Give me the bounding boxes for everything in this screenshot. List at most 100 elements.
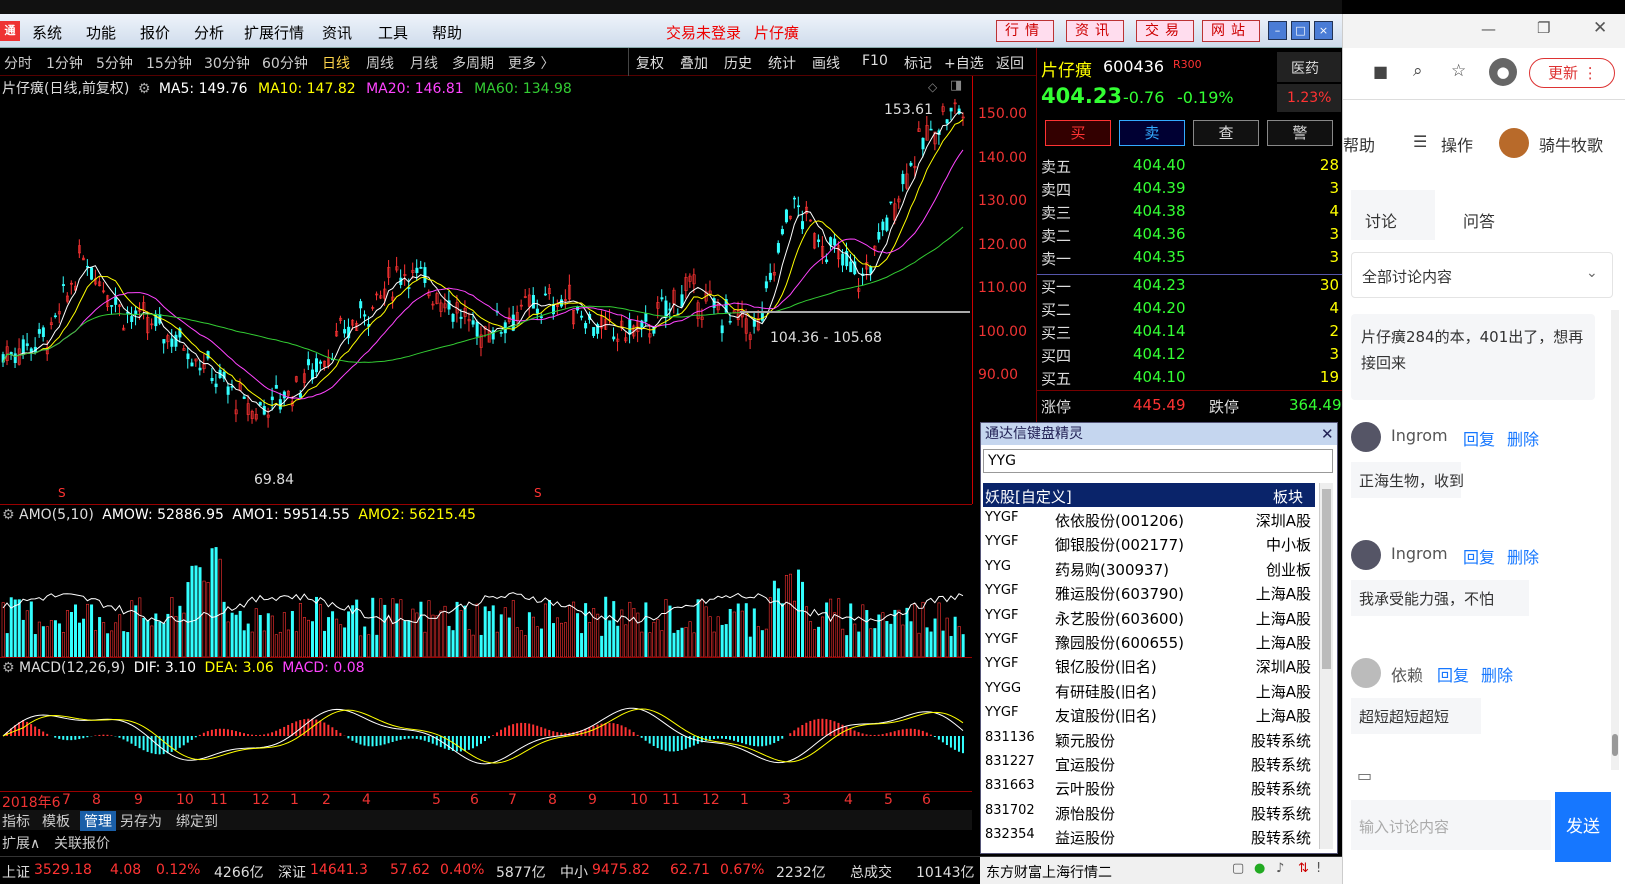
- info-icon[interactable]: !: [1316, 861, 1321, 876]
- menu-news[interactable]: 资讯: [322, 22, 352, 43]
- commenter-name[interactable]: Ingrom: [1391, 544, 1448, 563]
- buy-button[interactable]: 买: [1045, 120, 1111, 146]
- browser-scroll-thumb[interactable]: [1612, 734, 1618, 756]
- window-close-icon[interactable]: ✕: [1593, 18, 1607, 38]
- user-avatar[interactable]: [1499, 128, 1529, 158]
- tab-bind[interactable]: 绑定到: [176, 811, 218, 831]
- kline-chart[interactable]: [0, 76, 972, 504]
- spirit-result-row[interactable]: 831663 云叶股份 股转系统: [983, 775, 1315, 799]
- spirit-result-row[interactable]: YYGG 有研硅股(旧名) 上海A股: [983, 678, 1315, 702]
- commenter-avatar[interactable]: [1351, 540, 1381, 570]
- commenter-name[interactable]: Ingrom: [1391, 426, 1448, 445]
- tab-related-quote[interactable]: 关联报价: [54, 833, 110, 853]
- zoom-icon[interactable]: ⌕: [1413, 61, 1423, 81]
- star-icon[interactable]: ☆: [1451, 61, 1466, 81]
- menu-quote[interactable]: 报价: [140, 22, 170, 43]
- user-name[interactable]: 骑牛牧歌: [1539, 132, 1603, 156]
- period-15min[interactable]: 15分钟: [146, 53, 192, 73]
- tool-fuquan[interactable]: 复权: [636, 53, 664, 73]
- query-button[interactable]: 查: [1193, 120, 1259, 146]
- delete-link[interactable]: 删除: [1507, 426, 1539, 450]
- maximize-icon[interactable]: □: [1291, 21, 1310, 40]
- sell-button[interactable]: 卖: [1119, 120, 1185, 146]
- macd-settings-icon[interactable]: ⚙: [2, 660, 15, 676]
- tool-mark[interactable]: 标记: [904, 53, 932, 73]
- period-1min[interactable]: 1分钟: [46, 53, 83, 73]
- panel-toggle-icon[interactable]: ◨: [950, 78, 962, 93]
- tool-history[interactable]: 历史: [724, 53, 752, 73]
- spirit-result-row[interactable]: 831702 源怡股份 股转系统: [983, 800, 1315, 824]
- spirit-scrollbar[interactable]: [1319, 483, 1333, 849]
- minimize-icon[interactable]: –: [1268, 21, 1287, 40]
- diamond-icon[interactable]: ◇: [928, 80, 937, 94]
- spirit-result-row[interactable]: YYGF 豫园股份(600655) 上海A股: [983, 629, 1315, 653]
- spirit-close-icon[interactable]: ✕: [1321, 425, 1334, 443]
- amo-pane[interactable]: ⚙ AMO(5,10) AMOW: 52886.95 AMO1: 59514.5…: [0, 505, 972, 657]
- news-button[interactable]: 资讯: [1066, 20, 1124, 42]
- spirit-scroll-thumb[interactable]: [1322, 489, 1331, 669]
- tab-indicator[interactable]: 指标: [2, 811, 30, 831]
- menu-ext-market[interactable]: 扩展行情: [244, 22, 304, 43]
- reply-link[interactable]: 回复: [1463, 426, 1495, 450]
- period-30min[interactable]: 30分钟: [204, 53, 250, 73]
- delete-link[interactable]: 删除: [1507, 544, 1539, 568]
- spirit-result-row[interactable]: YYGF 雅运股份(603790) 上海A股: [983, 580, 1315, 604]
- period-daily[interactable]: 日线: [322, 53, 350, 73]
- commenter-avatar[interactable]: [1351, 422, 1381, 452]
- period-60min[interactable]: 60分钟: [262, 53, 308, 73]
- menu-tools[interactable]: 工具: [378, 22, 408, 43]
- profile-icon[interactable]: ●: [1489, 58, 1517, 86]
- tab-discussion[interactable]: 讨论: [1365, 208, 1397, 232]
- menu-help[interactable]: 帮助: [432, 22, 462, 43]
- period-monthly[interactable]: 月线: [410, 53, 438, 73]
- amo-chart[interactable]: [0, 525, 972, 657]
- delete-link[interactable]: 删除: [1481, 662, 1513, 686]
- tab-save-as[interactable]: 另存为: [120, 811, 162, 831]
- tab-manage[interactable]: 管理: [80, 811, 116, 831]
- spirit-search-input[interactable]: YYG: [983, 449, 1333, 473]
- spirit-result-row[interactable]: YYGF 御银股份(002177) 中小板: [983, 531, 1315, 555]
- commenter-name[interactable]: 依赖: [1391, 662, 1423, 686]
- spirit-result-row[interactable]: YYG 药易购(300937) 创业板: [983, 556, 1315, 580]
- reply-link[interactable]: 回复: [1437, 662, 1469, 686]
- website-button[interactable]: 网站: [1202, 20, 1260, 42]
- browser-scrollbar[interactable]: [1611, 310, 1619, 770]
- menu-system[interactable]: 系统: [32, 22, 62, 43]
- spirit-result-row[interactable]: 832354 益运股份 股转系统: [983, 824, 1315, 848]
- send-button[interactable]: 发送: [1555, 792, 1611, 862]
- reply-link[interactable]: 回复: [1463, 544, 1495, 568]
- sector-label[interactable]: 医药: [1291, 58, 1319, 78]
- alert-button[interactable]: 警: [1267, 120, 1333, 146]
- window-minimize-icon[interactable]: —: [1481, 20, 1496, 38]
- filter-select[interactable]: 全部讨论内容 ⌄: [1351, 252, 1613, 298]
- tab-qa[interactable]: 问答: [1463, 208, 1495, 232]
- connect-icon[interactable]: ●: [1254, 861, 1265, 876]
- tool-back[interactable]: 返回: [996, 53, 1024, 73]
- amo-settings-icon[interactable]: ⚙: [2, 507, 15, 523]
- camera-icon[interactable]: ■: [1373, 62, 1388, 81]
- tab-expand[interactable]: 扩展∧: [2, 833, 40, 853]
- operations-link[interactable]: 操作: [1441, 132, 1473, 156]
- tool-add-watch[interactable]: +自选: [944, 53, 984, 73]
- tool-draw[interactable]: 画线: [812, 53, 840, 73]
- spirit-result-row[interactable]: YYGF 永艺股份(603600) 上海A股: [983, 605, 1315, 629]
- spirit-result-row[interactable]: YYGF 依依股份(001206) 深圳A股: [983, 507, 1315, 531]
- period-multi[interactable]: 多周期: [452, 53, 494, 73]
- update-button[interactable]: 更新 ⋮: [1529, 58, 1615, 88]
- window-restore-icon[interactable]: ❐: [1537, 19, 1550, 37]
- kline-pane[interactable]: 片仔癀(日线,前复权) ⚙ MA5: 149.76 MA10: 147.82 M…: [0, 76, 1036, 504]
- menu-analysis[interactable]: 分析: [194, 22, 224, 43]
- period-weekly[interactable]: 周线: [366, 53, 394, 73]
- folder-icon[interactable]: ▭: [1357, 766, 1372, 785]
- spirit-header-row[interactable]: 妖股[自定义] 板块: [983, 483, 1315, 507]
- trade-button[interactable]: 交易: [1136, 20, 1194, 42]
- spirit-result-row[interactable]: 831227 宜运股份 股转系统: [983, 751, 1315, 775]
- tool-stats[interactable]: 统计: [768, 53, 796, 73]
- spirit-result-row[interactable]: YYGF 银亿股份(旧名) 深圳A股: [983, 653, 1315, 677]
- tool-overlay[interactable]: 叠加: [680, 53, 708, 73]
- spirit-result-row[interactable]: 831136 颖元股份 股转系统: [983, 727, 1315, 751]
- tab-template[interactable]: 模板: [42, 811, 70, 831]
- layout-icon[interactable]: ▢: [1232, 861, 1244, 876]
- comment-input[interactable]: 输入讨论内容: [1351, 800, 1551, 850]
- speaker-icon[interactable]: ♪: [1276, 861, 1284, 876]
